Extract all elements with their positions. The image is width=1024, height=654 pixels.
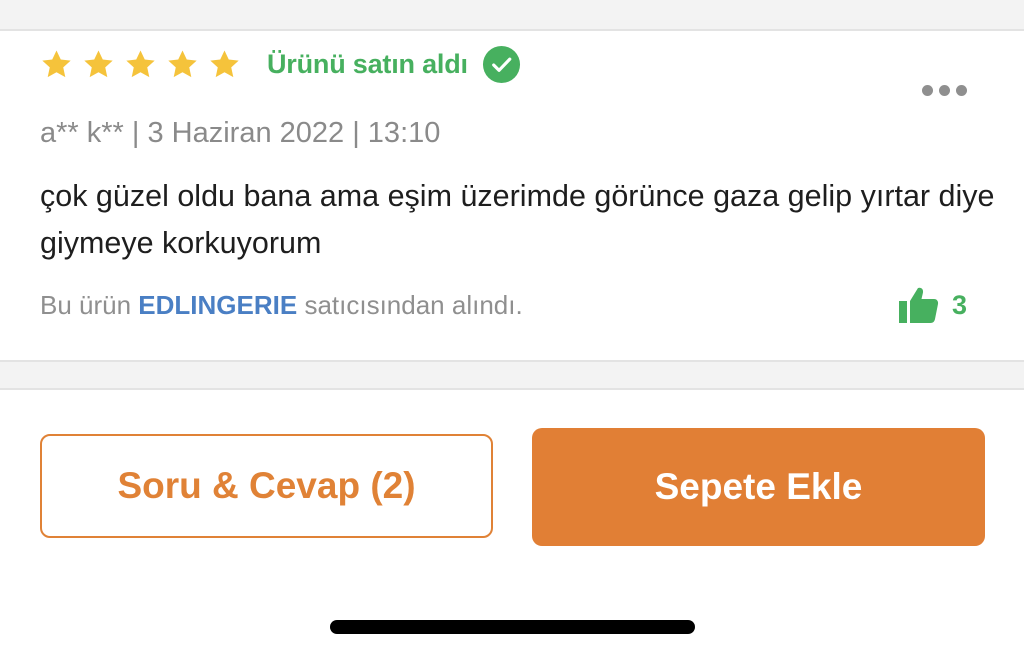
star-icon: [208, 48, 241, 81]
star-icon: [40, 48, 73, 81]
verified-purchase-label: Ürünü satın aldı: [267, 48, 468, 79]
dot: [939, 84, 950, 96]
like-button[interactable]: 3: [898, 283, 967, 327]
more-dots-icon[interactable]: [922, 80, 972, 100]
seller-prefix: Bu ürün: [40, 290, 139, 320]
dot: [956, 84, 967, 96]
dot: [922, 84, 933, 96]
like-count: 3: [952, 289, 968, 320]
add-to-cart-button[interactable]: Sepete Ekle: [532, 428, 985, 546]
seller-info: Bu ürün EDLINGERIE satıcısından alındı.: [40, 290, 523, 321]
verified-purchase-badge: Ürünü satın aldı: [267, 45, 521, 84]
star-icon: [124, 48, 157, 81]
star-icon: [166, 48, 199, 81]
seller-name-link[interactable]: EDLINGERIE: [138, 290, 297, 320]
star-rating: [40, 48, 241, 81]
review-text: çok güzel oldu bana ama eşim üzerimde gö…: [40, 179, 995, 260]
top-separator-band: [0, 0, 1024, 31]
check-circle-icon: [482, 45, 521, 84]
home-indicator[interactable]: [330, 620, 695, 634]
section-separator-band: [0, 360, 1024, 390]
question-answer-button[interactable]: Soru & Cevap (2): [40, 434, 493, 538]
review-rating-row: Ürünü satın aldı: [40, 44, 521, 84]
thumbs-up-icon: [898, 284, 940, 326]
star-icon: [82, 48, 115, 81]
review-meta: a** k** | 3 Haziran 2022 | 13:10: [40, 117, 441, 149]
seller-suffix: satıcısından alındı.: [297, 290, 523, 320]
